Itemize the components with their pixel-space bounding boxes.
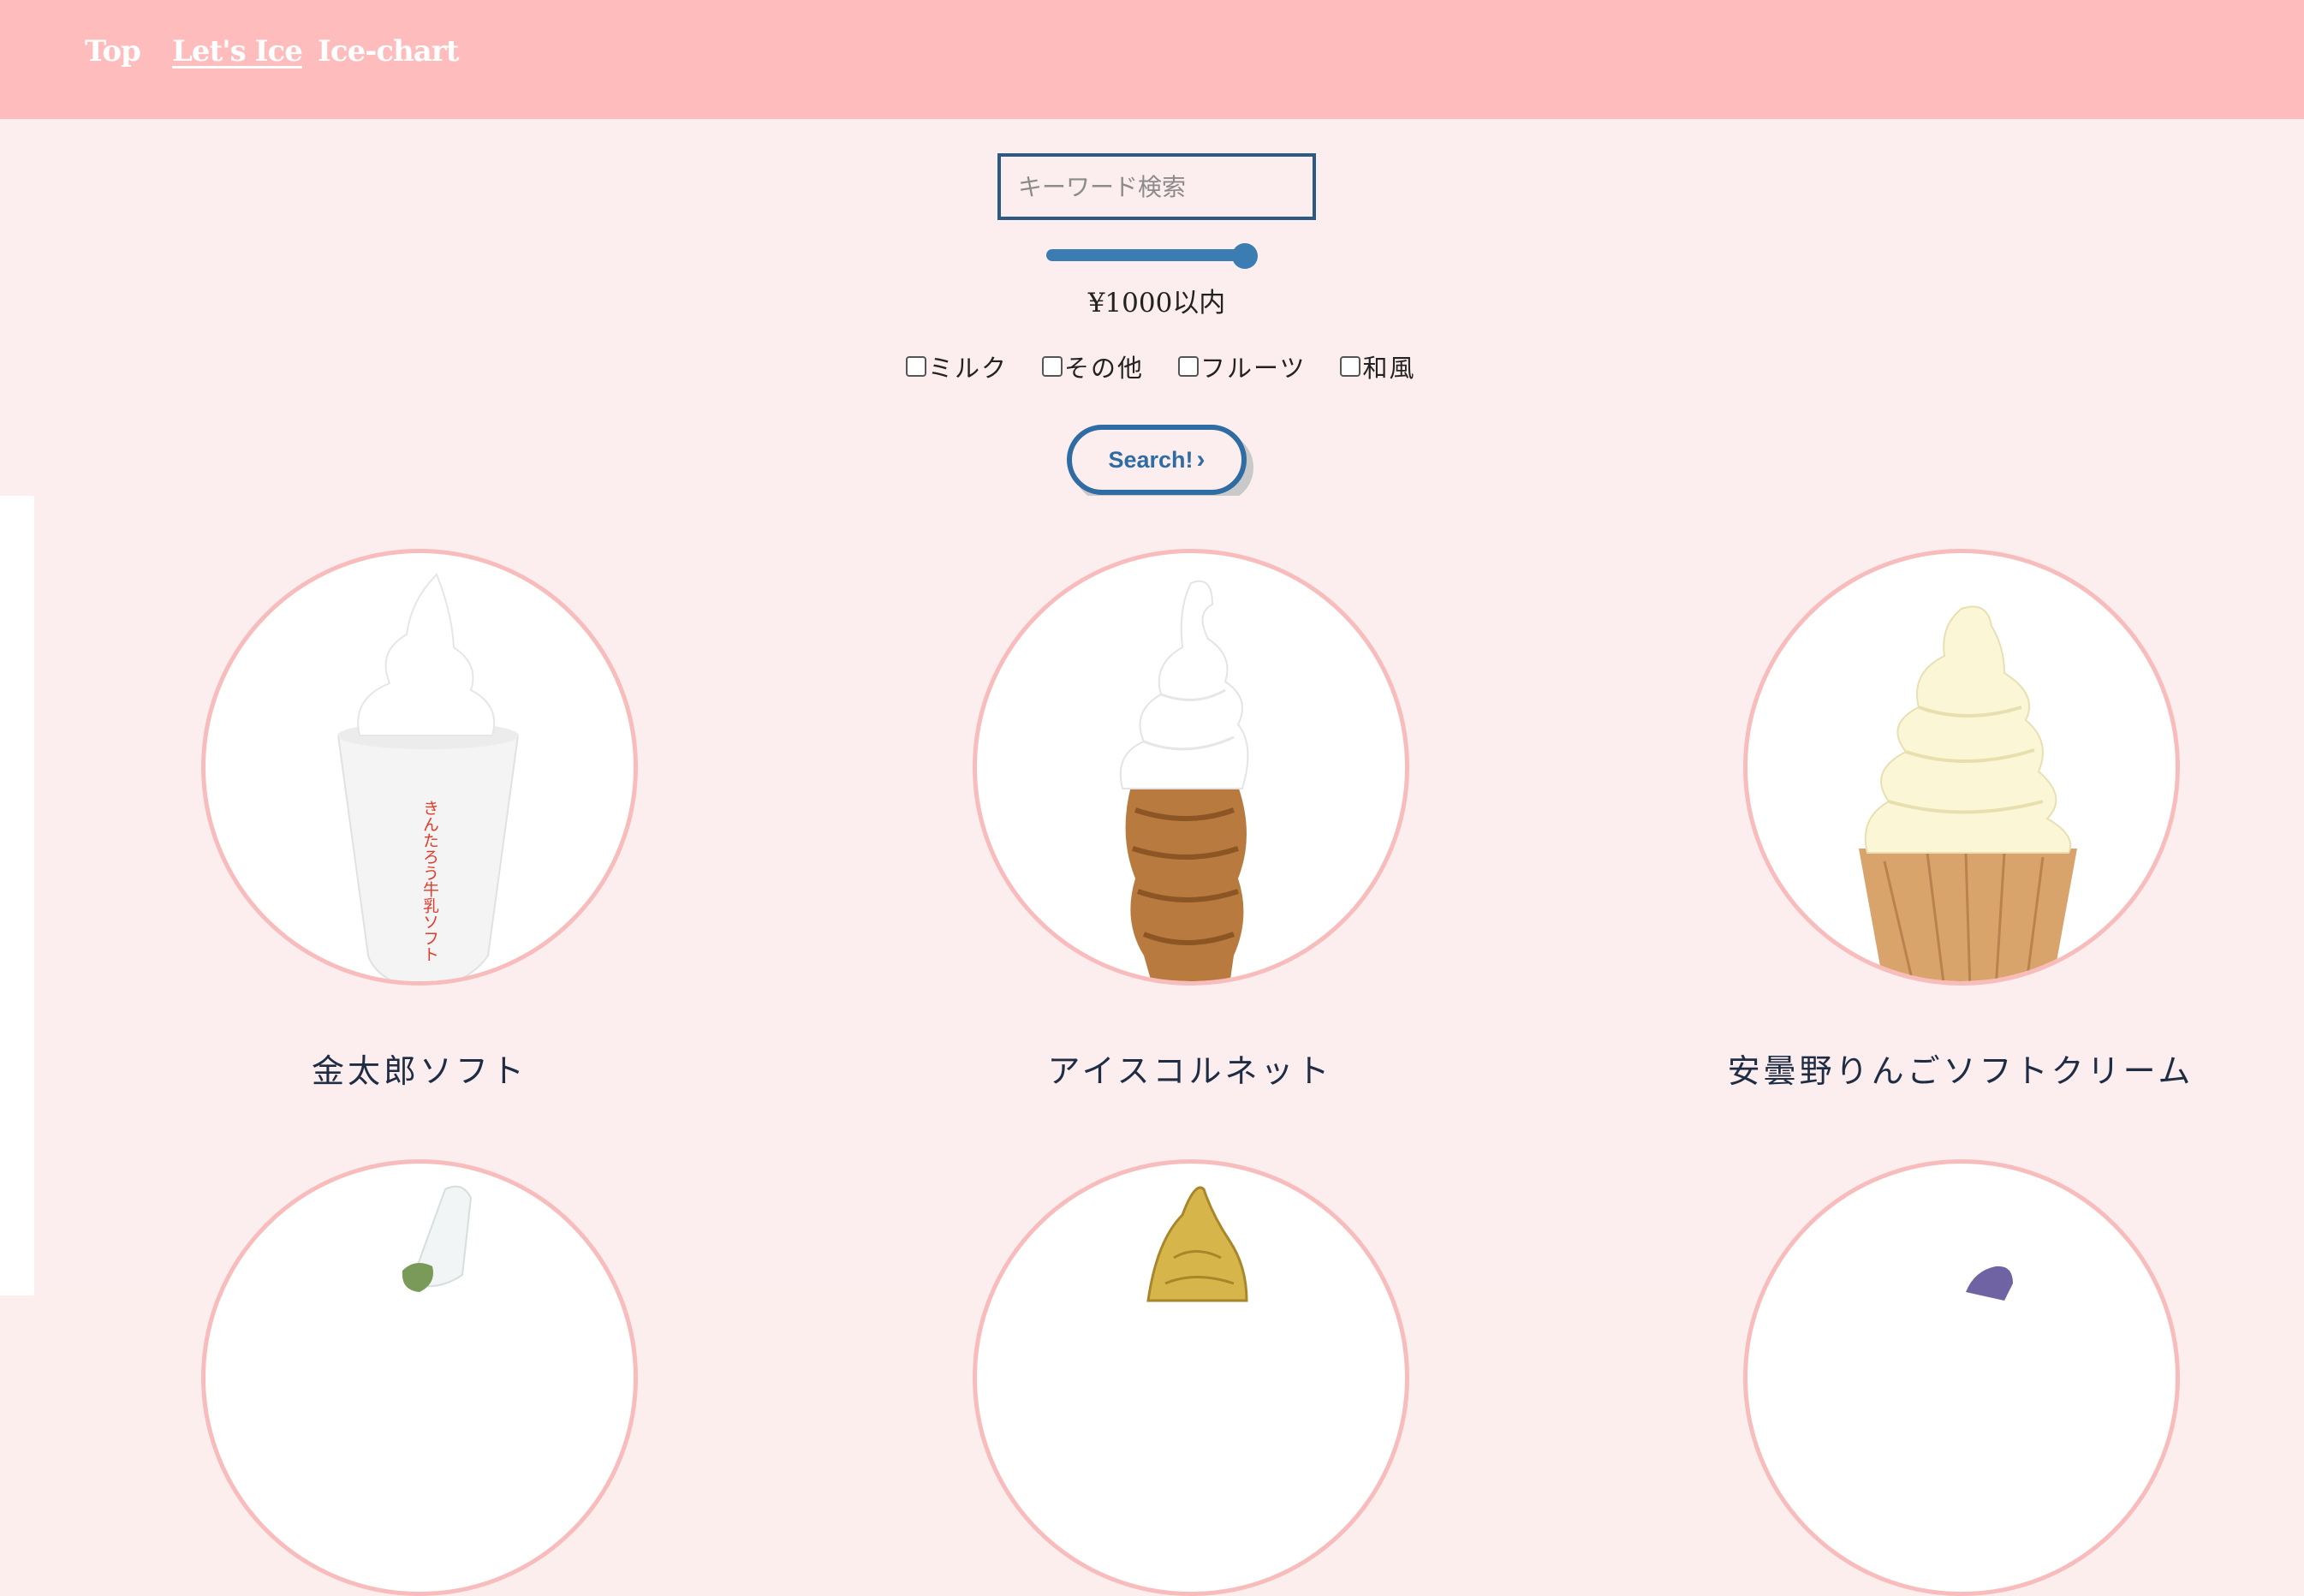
filter-fruit-label: フルーツ bbox=[1200, 354, 1307, 383]
product-image-ice-cornet[interactable] bbox=[973, 549, 1409, 986]
filter-fruit[interactable]: フルーツ bbox=[1178, 348, 1306, 384]
row2-soft-cream-illustration bbox=[402, 1185, 473, 1292]
price-slider-track[interactable] bbox=[1046, 249, 1255, 261]
product-image-row2-2[interactable] bbox=[973, 1159, 1409, 1596]
product-image-row2-3[interactable] bbox=[1743, 1159, 2180, 1596]
category-filters: ミルク その他 フルーツ 和風 bbox=[906, 349, 1450, 384]
filter-fruit-checkbox[interactable] bbox=[1178, 356, 1200, 377]
site-header: Top Let's Ice Ice-chart bbox=[0, 0, 2304, 119]
filter-japanese-label: 和風 bbox=[1362, 354, 1416, 383]
product-image-kintaro-soft[interactable]: きんたろう牛乳ソフト bbox=[201, 549, 638, 986]
price-limit-label: ¥1000以内 bbox=[1087, 288, 1226, 319]
filter-other[interactable]: その他 bbox=[1042, 348, 1144, 384]
azumino-apple-soft-illustration bbox=[1859, 605, 2077, 981]
search-button-label: Search! bbox=[1108, 446, 1194, 473]
product-name-azumino-apple-soft[interactable]: 安曇野りんごソフトクリーム bbox=[1661, 1045, 2260, 1092]
kintaro-soft-illustration: きんたろう牛乳ソフト bbox=[336, 573, 520, 981]
kintaro-cup-text: きんたろう牛乳ソフト bbox=[420, 800, 439, 962]
product-name-kintaro-soft[interactable]: 金太郎ソフト bbox=[120, 1045, 719, 1092]
nav-link-top[interactable]: Top bbox=[85, 29, 141, 74]
row2-gold-soft-illustration bbox=[1146, 1186, 1248, 1302]
product-name-ice-cornet[interactable]: アイスコルネット bbox=[890, 1045, 1490, 1092]
nav-link-lets-ice[interactable]: Let's Ice bbox=[172, 29, 303, 74]
filter-other-checkbox[interactable] bbox=[1042, 356, 1063, 377]
filter-milk-checkbox[interactable] bbox=[906, 356, 926, 377]
left-strip bbox=[0, 496, 34, 1295]
filter-japanese[interactable]: 和風 bbox=[1340, 348, 1415, 384]
row2-purple-soft-illustration bbox=[1966, 1265, 2013, 1301]
product-image-row2-1[interactable] bbox=[201, 1159, 638, 1596]
filter-japanese-checkbox[interactable] bbox=[1340, 356, 1361, 377]
ice-cornet-illustration bbox=[1119, 580, 1249, 981]
product-image-azumino-apple-soft[interactable] bbox=[1743, 549, 2180, 986]
chevron-right-icon: › bbox=[1196, 445, 1206, 473]
filter-milk[interactable]: ミルク bbox=[906, 348, 1008, 384]
keyword-search-input[interactable] bbox=[997, 153, 1316, 220]
search-button[interactable]: Search! › bbox=[1067, 425, 1247, 495]
nav-link-ice-chart[interactable]: Ice-chart bbox=[318, 29, 459, 74]
filter-milk-label: ミルク bbox=[928, 354, 1009, 383]
price-slider-thumb[interactable] bbox=[1231, 243, 1258, 269]
filter-other-label: その他 bbox=[1064, 354, 1145, 383]
